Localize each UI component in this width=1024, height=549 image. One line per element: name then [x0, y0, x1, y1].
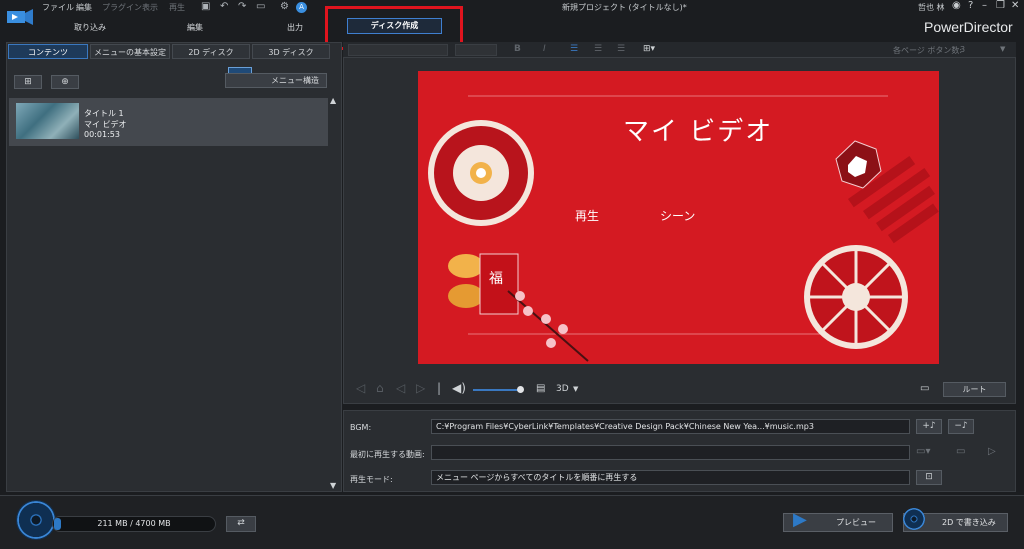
preview-play-icon: ▶ — [793, 509, 807, 530]
subtitle-icon[interactable]: ▤ — [536, 383, 545, 394]
add-title-button[interactable]: ⊞ — [14, 75, 42, 89]
back-icon[interactable]: ◁ — [396, 381, 405, 395]
volume-slider[interactable] — [473, 389, 521, 391]
play-button-text[interactable]: 再生 — [575, 207, 599, 224]
import-button[interactable]: ⊕ — [51, 75, 79, 89]
notification-icon[interactable]: A — [296, 2, 307, 13]
font-size-select[interactable] — [455, 44, 497, 56]
remove-music-button[interactable]: −♪ — [948, 419, 974, 434]
italic-icon[interactable]: I — [543, 44, 546, 54]
buttons-per-page-label: 各ページ ボタン数: — [893, 46, 963, 55]
mode-edit[interactable]: 編集 — [170, 20, 220, 36]
title-thumbnail — [16, 103, 79, 139]
divider: | — [437, 381, 442, 395]
menu-view[interactable]: 表示 — [142, 2, 158, 13]
menu-title-text[interactable]: マイ ビデオ — [623, 111, 773, 148]
font-select[interactable] — [348, 44, 448, 56]
scene-button-text[interactable]: シーン — [660, 207, 695, 224]
3d-dropdown-icon[interactable]: ▼ — [573, 385, 578, 393]
first-play-clear-icon[interactable]: ▭ — [956, 446, 965, 457]
root-button[interactable]: ルート — [943, 382, 1006, 397]
add-music-button[interactable]: +♪ — [916, 419, 942, 434]
tab-2d-disc[interactable]: 2D ディスク — [172, 44, 250, 59]
menu-preview-canvas: マイ ビデオ 再生 シーン 福 — [418, 71, 939, 364]
play-mode-settings-button[interactable]: ⊡ — [916, 470, 942, 485]
prev-page-icon[interactable]: ◁ — [356, 381, 365, 395]
account-icon[interactable]: ◉ — [952, 0, 961, 11]
title-duration: 00:01:53 — [84, 130, 120, 139]
swap-disc-button[interactable]: ⇄ — [226, 516, 256, 532]
disc-capacity-bar: 211 MB / 4700 MB — [52, 516, 216, 532]
app-logo-icon[interactable] — [7, 9, 33, 25]
play-mode-label: 再生モード: — [350, 475, 393, 484]
chevron-down-icon[interactable]: ▼ — [1000, 45, 1005, 53]
disc-icon — [16, 500, 56, 540]
volume-slider-handle[interactable] — [517, 386, 524, 393]
first-play-select-icon[interactable]: ▭▾ — [916, 446, 930, 457]
fullscreen-icon[interactable]: ▭ — [920, 383, 929, 394]
close-icon[interactable]: ✕ — [1011, 0, 1019, 11]
first-play-field[interactable] — [431, 445, 910, 460]
menu-plugins[interactable]: プラグイン — [102, 2, 142, 13]
play-mode-field[interactable]: メニュー ページからすべてのタイトルを順番に再生する — [431, 470, 910, 485]
minimize-icon[interactable]: – — [982, 0, 987, 11]
mode-capture[interactable]: 取り込み — [60, 20, 120, 36]
align-center-icon[interactable]: ☰ — [594, 44, 602, 54]
disc-capacity-fill — [54, 518, 61, 530]
first-play-preview-icon[interactable]: ▷ — [988, 446, 996, 457]
scroll-down-icon[interactable]: ▼ — [330, 481, 336, 490]
volume-icon[interactable]: ◀) — [452, 381, 466, 395]
menu-playback[interactable]: 再生 — [169, 2, 185, 13]
buttons-per-page-value[interactable]: 3 — [960, 45, 965, 54]
menu-file[interactable]: ファイル — [42, 2, 74, 13]
bgm-path-field[interactable]: C:¥Program Files¥CyberLink¥Templates¥Cre… — [431, 419, 910, 434]
screen-toggle-icon[interactable]: ▭ — [256, 1, 265, 12]
title-name: タイトル 1 — [84, 109, 124, 118]
save-icon[interactable]: ▣ — [201, 1, 210, 12]
tab-menu-settings[interactable]: メニューの基本設定 — [90, 44, 170, 59]
user-name[interactable]: 哲也 林 — [918, 2, 945, 13]
menu-structure-button[interactable]: メニュー構造 — [225, 73, 327, 88]
tab-3d-disc[interactable]: 3D ディスク — [252, 44, 330, 59]
scroll-up-icon[interactable]: ▲ — [330, 96, 336, 105]
align-left-icon[interactable]: ☰ — [570, 44, 578, 54]
next-page-icon[interactable]: ▷ — [416, 381, 425, 395]
align-right-icon[interactable]: ☰ — [617, 44, 625, 54]
home-icon[interactable]: ⌂ — [376, 381, 384, 395]
bgm-label: BGM: — [350, 423, 372, 432]
content-scrollbar[interactable]: ▲ ▼ — [329, 96, 338, 490]
brand-logo: PowerDirector — [924, 19, 1013, 35]
help-icon[interactable]: ? — [968, 0, 973, 11]
undo-icon[interactable]: ↶ — [220, 1, 228, 12]
redo-icon[interactable]: ↷ — [238, 1, 246, 12]
title-subtitle: マイ ビデオ — [84, 120, 127, 129]
tab-contents[interactable]: コンテンツ — [8, 44, 88, 59]
3d-toggle[interactable]: 3D — [556, 384, 569, 394]
project-title: 新規プロジェクト (タイトルなし)* — [562, 3, 687, 12]
burn-disc-icon — [903, 508, 925, 530]
restore-icon[interactable]: ❐ — [996, 0, 1005, 11]
mode-produce[interactable]: 出力 — [270, 20, 320, 36]
bold-icon[interactable]: B — [514, 44, 521, 54]
layout-dropdown-icon[interactable]: ⊞▾ — [643, 44, 655, 54]
menu-edit[interactable]: 編集 — [76, 2, 92, 13]
fortune-character: 福 — [489, 271, 503, 287]
settings-gear-icon[interactable]: ⚙ — [280, 1, 289, 12]
first-play-label: 最初に再生する動画: — [350, 450, 425, 459]
